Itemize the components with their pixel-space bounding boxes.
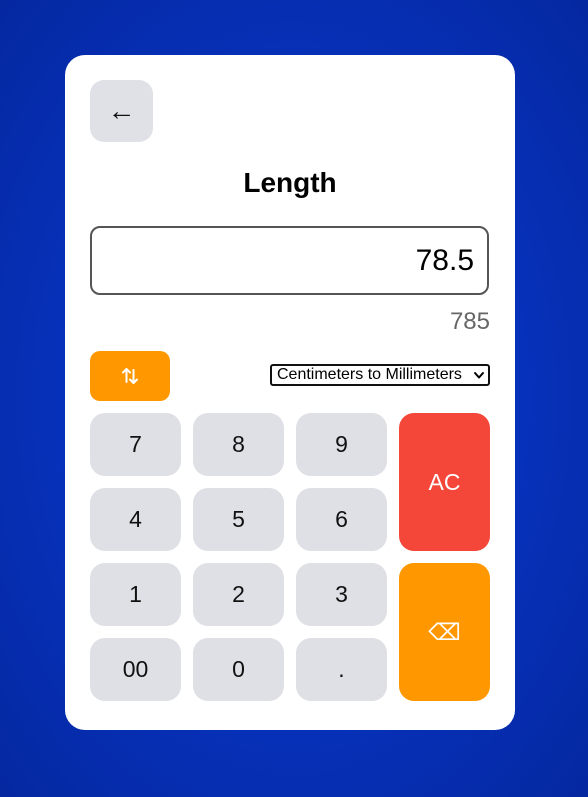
value-input[interactable] xyxy=(90,226,489,295)
swap-vertical-icon xyxy=(122,368,138,384)
backspace-button[interactable]: ⌫ xyxy=(399,563,490,701)
chevron-down-icon xyxy=(474,372,484,379)
key-8[interactable]: 8 xyxy=(193,413,284,476)
key-3[interactable]: 3 xyxy=(296,563,387,626)
key-00[interactable]: 00 xyxy=(90,638,181,701)
arrow-left-icon: ← xyxy=(107,95,136,126)
conversion-select-value: Centimeters to Millimeters xyxy=(277,366,462,383)
key-4[interactable]: 4 xyxy=(90,488,181,551)
key-7[interactable]: 7 xyxy=(90,413,181,476)
back-button[interactable]: ← xyxy=(90,80,153,142)
key-2[interactable]: 2 xyxy=(193,563,284,626)
key-1[interactable]: 1 xyxy=(90,563,181,626)
backspace-icon: ⌫ xyxy=(428,618,461,645)
converter-card: ← Length 785 Centimeters to Millimeters … xyxy=(65,55,515,730)
key-5[interactable]: 5 xyxy=(193,488,284,551)
result-display: 785 xyxy=(449,308,490,335)
key-0[interactable]: 0 xyxy=(193,638,284,701)
conversion-select[interactable]: Centimeters to Millimeters xyxy=(270,364,490,386)
clear-button[interactable]: AC xyxy=(399,413,490,551)
swap-button[interactable] xyxy=(90,351,170,401)
key-decimal[interactable]: . xyxy=(296,638,387,701)
key-9[interactable]: 9 xyxy=(296,413,387,476)
page-title: Length xyxy=(243,167,337,198)
key-6[interactable]: 6 xyxy=(296,488,387,551)
